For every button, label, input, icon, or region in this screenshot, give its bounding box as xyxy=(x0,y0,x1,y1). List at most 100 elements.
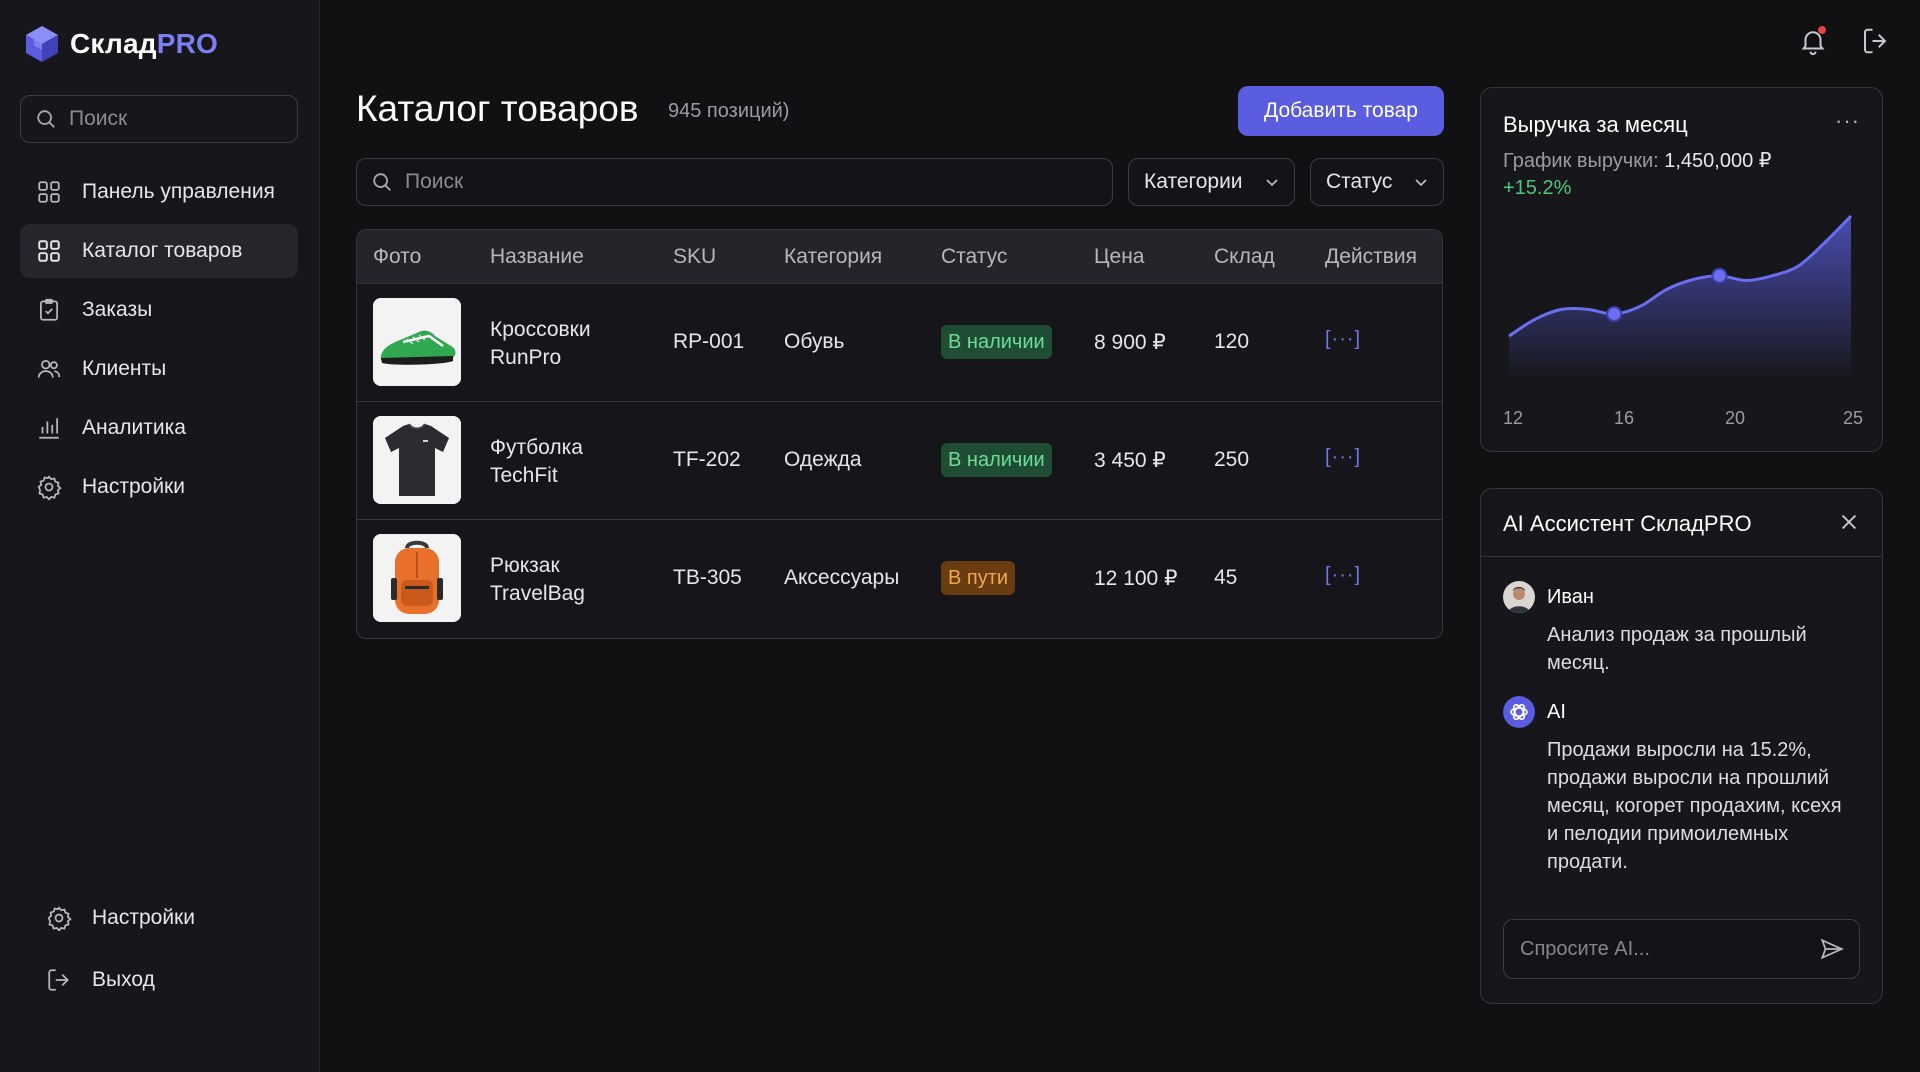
sneaker-image xyxy=(373,298,461,386)
chart-data-point[interactable] xyxy=(1606,306,1623,323)
sidebar: СкладPRO Панель управления Каталог товар… xyxy=(0,0,320,1072)
brand-name: СкладPRO xyxy=(70,28,218,59)
revenue-subtitle: График выручки: 1,450,000 ₽ xyxy=(1503,148,1772,173)
sidebar-item-label: Настройки xyxy=(82,475,185,498)
sidebar-item-analytics[interactable]: Аналитика xyxy=(20,401,298,455)
row-actions-button[interactable]: [···] xyxy=(1325,328,1361,351)
row-actions-button[interactable]: [···] xyxy=(1325,564,1361,587)
bar-chart-icon xyxy=(39,418,59,439)
catalog-search-input[interactable] xyxy=(405,170,1055,194)
sidebar-item-clients[interactable]: Клиенты xyxy=(20,342,298,396)
gear-icon xyxy=(37,475,62,500)
status-filter-dropdown[interactable]: Статус xyxy=(1310,158,1444,206)
product-category: Аксессуары xyxy=(784,566,900,589)
column-header-stock[interactable]: Склад xyxy=(1214,245,1275,269)
catalog-search[interactable] xyxy=(356,158,1113,206)
sidebar-item-settings[interactable]: Настройки xyxy=(20,460,298,514)
user-avatar xyxy=(1503,581,1535,613)
sidebar-item-catalog[interactable]: Каталог товаров xyxy=(20,224,298,278)
product-stock: 45 xyxy=(1214,566,1238,589)
sidebar-bottom-nav: Настройки Выход xyxy=(30,890,290,1014)
clipboard-icon xyxy=(40,298,58,321)
sidebar-item-settings-bottom[interactable]: Настройки xyxy=(30,890,290,946)
x-tick-label: 25 xyxy=(1843,408,1864,428)
product-sku: RP-001 xyxy=(673,330,745,353)
chat-message-user: Иван Анализ продаж за прошлый месяц. xyxy=(1503,581,1863,677)
product-price: 12 100 ₽ xyxy=(1094,567,1178,590)
revenue-subtitle-label: График выручки: xyxy=(1503,150,1659,172)
logout-icon xyxy=(1864,28,1887,54)
chart-area-fill xyxy=(1509,216,1851,376)
x-tick-label: 16 xyxy=(1614,408,1635,428)
message-author: Иван xyxy=(1547,585,1594,608)
product-name: Рюкзак TravelBag xyxy=(490,552,640,608)
item-count: 945 позиций) xyxy=(668,100,790,122)
sidebar-search[interactable] xyxy=(20,95,298,143)
users-icon xyxy=(37,360,61,378)
gear-icon xyxy=(47,906,72,931)
product-name: Футболка TechFit xyxy=(490,434,640,490)
revenue-card: Выручка за месяц ··· График выручки: 1,4… xyxy=(1480,87,1883,452)
column-header-name[interactable]: Название xyxy=(490,245,584,269)
sidebar-item-label: Заказы xyxy=(82,298,153,321)
chevron-down-icon xyxy=(1415,179,1427,187)
column-header-photo: Фото xyxy=(373,245,422,268)
notifications-button[interactable] xyxy=(1798,26,1828,56)
product-price: 3 450 ₽ xyxy=(1094,449,1166,472)
sidebar-item-logout[interactable]: Выход xyxy=(30,952,290,1008)
search-icon xyxy=(373,173,391,191)
product-stock: 120 xyxy=(1214,330,1250,353)
product-name-line1: Футболка xyxy=(490,436,583,459)
sidebar-search-input[interactable] xyxy=(69,107,269,131)
x-tick-label: 12 xyxy=(1503,408,1524,428)
revenue-growth: +15.2% xyxy=(1503,177,1572,199)
backpack-image xyxy=(373,534,461,622)
column-header-sku[interactable]: SKU xyxy=(673,245,716,269)
assistant-input-box[interactable] xyxy=(1503,919,1860,979)
product-name-line2: TravelBag xyxy=(490,582,585,605)
sidebar-item-label: Клиенты xyxy=(82,357,167,380)
search-icon xyxy=(37,110,55,128)
more-options-button[interactable]: ··· xyxy=(1835,108,1860,134)
table-row[interactable]: Рюкзак TravelBag TB-305 Аксессуары В пут… xyxy=(357,520,1442,638)
tshirt-image xyxy=(373,416,461,504)
add-product-button[interactable]: Добавить товар xyxy=(1238,86,1444,136)
message-author: AI xyxy=(1547,700,1566,723)
logout-icon xyxy=(48,969,69,991)
sidebar-item-dashboard[interactable]: Панель управления xyxy=(20,165,298,219)
x-tick-label: 20 xyxy=(1725,408,1746,428)
sidebar-nav: Панель управления Каталог товаров Заказы… xyxy=(20,165,298,519)
assistant-header: AI Ассистент СкладPRO xyxy=(1481,489,1882,557)
table-row[interactable]: Кроссовки RunPro RP-001 Обувь В наличии … xyxy=(357,284,1442,402)
chevron-down-icon xyxy=(1266,179,1278,187)
grid-icon xyxy=(38,181,60,203)
ai-logo-icon xyxy=(1503,696,1535,728)
category-filter-dropdown[interactable]: Категории xyxy=(1128,158,1295,206)
sidebar-item-label: Каталог товаров xyxy=(82,239,243,262)
category-filter-label: Категории xyxy=(1144,170,1243,193)
column-header-price[interactable]: Цена xyxy=(1094,245,1145,269)
chart-data-point[interactable] xyxy=(1711,267,1728,284)
product-category: Одежда xyxy=(784,448,862,471)
product-sku: TF-202 xyxy=(673,448,741,471)
column-header-actions: Действия xyxy=(1325,245,1418,268)
assistant-title: AI Ассистент СкладPRO xyxy=(1503,511,1752,536)
column-header-status[interactable]: Статус xyxy=(941,245,1007,269)
chat-message-ai: AI Продажи выросли на 15.2%, продажи выр… xyxy=(1503,696,1863,876)
row-actions-button[interactable]: [···] xyxy=(1325,446,1361,469)
notification-dot xyxy=(1818,26,1826,34)
table-row[interactable]: Футболка TechFit TF-202 Одежда В наличии… xyxy=(357,402,1442,520)
assistant-input[interactable] xyxy=(1520,937,1819,961)
message-text: Анализ продаж за прошлый месяц. xyxy=(1547,624,1807,674)
sidebar-item-orders[interactable]: Заказы xyxy=(20,283,298,337)
status-badge: В наличии xyxy=(941,443,1052,477)
product-stock: 250 xyxy=(1214,448,1250,471)
send-icon[interactable] xyxy=(1819,936,1845,962)
product-name-line2: TechFit xyxy=(490,464,558,487)
sidebar-item-label: Аналитика xyxy=(82,416,186,439)
revenue-chart xyxy=(1508,214,1853,376)
logout-button[interactable] xyxy=(1860,26,1890,56)
close-icon[interactable] xyxy=(1838,511,1860,533)
brand-logo[interactable]: СкладPRO xyxy=(24,24,218,64)
column-header-category[interactable]: Категория xyxy=(784,245,882,269)
